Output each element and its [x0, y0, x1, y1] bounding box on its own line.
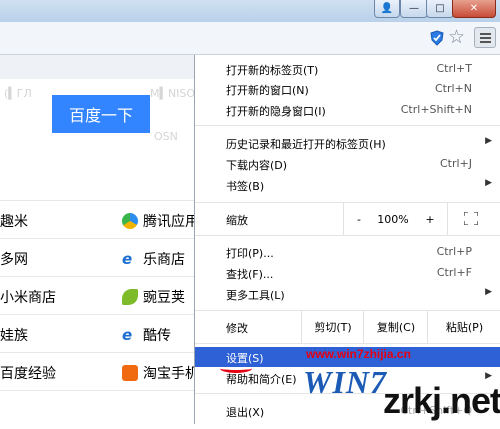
menu-item-more-tools[interactable]: 更多工具(L) ▶	[195, 284, 500, 304]
menu-item-label: 帮助和简介(E)	[226, 373, 297, 386]
edit-label: 修改	[226, 322, 248, 335]
site-label: 腾讯应用	[143, 214, 199, 230]
fullscreen-icon	[464, 212, 478, 225]
menu-item-new-window[interactable]: 打开新的窗口(N) Ctrl+N	[195, 79, 500, 99]
site-label: 乐商店	[143, 252, 185, 268]
menu-item-history[interactable]: 历史记录和最近打开的标签页(H) ▶	[195, 133, 500, 153]
site-label: 淘宝手机	[143, 366, 199, 382]
site-link[interactable]: e 酷传	[122, 325, 171, 345]
pea-icon	[122, 289, 138, 305]
menu-item-bookmarks[interactable]: 书签(B) ▶	[195, 175, 500, 195]
copy-button[interactable]: 复制(C)	[363, 311, 428, 343]
tencent-app-icon	[122, 213, 138, 229]
ie-icon: e	[122, 326, 133, 344]
zoom-level: 100%	[377, 212, 409, 226]
zoom-row: 缩放 - 100% +	[195, 203, 500, 235]
cut-button[interactable]: 剪切(T)	[301, 311, 364, 343]
watermark-win7-logo: WIN7	[303, 364, 388, 400]
menu-item-label: 书签(B)	[226, 180, 265, 193]
bookmark-star-icon[interactable]: ☆	[448, 26, 465, 48]
site-link[interactable]: 豌豆荚	[122, 287, 185, 307]
site-link[interactable]: 淘宝手机	[122, 363, 199, 383]
paste-button[interactable]: 粘贴(P)	[427, 311, 500, 343]
menu-item-shortcut: Ctrl+F	[436, 266, 472, 279]
menu-item-new-incognito[interactable]: 打开新的隐身窗口(I) Ctrl+Shift+N	[195, 100, 500, 120]
user-icon[interactable]: 👤	[374, 0, 400, 18]
minimize-button[interactable]: —	[400, 0, 428, 18]
title-bar: 👤 — □ ✕	[0, 0, 500, 22]
menu-line-icon	[480, 33, 491, 35]
menu-separator	[195, 343, 500, 344]
site-link[interactable]: 多网	[0, 249, 28, 269]
menu-separator	[195, 235, 500, 236]
watermark-url: www.win7zhijia.cn	[306, 347, 411, 361]
menu-item-shortcut: Ctrl+T	[436, 62, 472, 75]
zoom-label: 缩放	[226, 214, 248, 227]
taobao-icon	[122, 365, 138, 381]
site-row	[0, 390, 194, 429]
page-top-band	[0, 55, 194, 79]
site-link[interactable]: 小米商店	[0, 287, 56, 307]
zoom-in-button[interactable]: +	[413, 203, 447, 235]
menu-line-icon	[480, 41, 491, 43]
watermark-site-logo: zrkj.net	[383, 380, 500, 421]
ie-icon: e	[122, 250, 133, 268]
browser-toolbar: ☆	[0, 22, 500, 55]
submenu-arrow-icon: ▶	[485, 178, 492, 188]
menu-item-shortcut: Ctrl+J	[439, 157, 472, 170]
menu-item-print[interactable]: 打印(P)... Ctrl+P	[195, 242, 500, 262]
site-link[interactable]: e 乐商店	[122, 249, 185, 269]
site-label: 酷传	[143, 328, 171, 344]
menu-item-shortcut: Ctrl+Shift+N	[400, 103, 472, 116]
site-link[interactable]: 腾讯应用	[122, 211, 199, 231]
maximize-button[interactable]: □	[426, 0, 454, 18]
menu-item-label: 查找(F)...	[226, 268, 274, 281]
faint-text: OSΝ	[154, 130, 178, 143]
site-row: 多网 e 乐商店	[0, 238, 194, 277]
zoom-out-button[interactable]: -	[343, 203, 374, 235]
menu-item-label: 打印(P)...	[226, 247, 274, 260]
site-link[interactable]: 趣米	[0, 211, 28, 231]
menu-item-label: 打开新的窗口(N)	[226, 84, 309, 97]
faint-text: Μ▍ΝΙSΟ	[150, 87, 196, 100]
menu-item-label: 打开新的隐身窗口(I)	[226, 105, 326, 118]
menu-item-downloads[interactable]: 下载内容(D) Ctrl+J	[195, 154, 500, 174]
site-label: 豌豆荚	[143, 290, 185, 306]
page-content: (▍ГЛ Μ▍ΝΙSΟ OSΝ 百度一下 趣米 腾讯应用 多网 e 乐商店 小米商…	[0, 55, 199, 424]
menu-button[interactable]	[474, 27, 496, 48]
search-button[interactable]: 百度一下	[52, 95, 150, 133]
faint-text: (▍ГЛ	[4, 87, 32, 100]
menu-item-shortcut: Ctrl+N	[434, 82, 472, 95]
site-row: 小米商店 豌豆荚	[0, 276, 194, 315]
menu-item-label: 历史记录和最近打开的标签页(H)	[226, 138, 386, 151]
menu-separator	[195, 125, 500, 126]
site-link[interactable]: 娃族	[0, 325, 28, 345]
menu-item-new-tab[interactable]: 打开新的标签页(T) Ctrl+T	[195, 59, 500, 79]
close-button[interactable]: ✕	[452, 0, 496, 18]
menu-item-shortcut: Ctrl+P	[436, 245, 472, 258]
shield-icon[interactable]	[429, 30, 445, 46]
site-row: 娃族 e 酷传	[0, 314, 194, 353]
menu-item-label: 更多工具(L)	[226, 289, 285, 302]
edit-row: 修改 剪切(T) 复制(C) 粘贴(P)	[195, 311, 500, 343]
submenu-arrow-icon: ▶	[485, 136, 492, 146]
menu-item-label: 退出(X)	[226, 406, 265, 419]
menu-item-label: 下载内容(D)	[226, 159, 288, 172]
site-row: 趣米 腾讯应用	[0, 200, 199, 239]
site-link[interactable]: 百度经验	[0, 363, 56, 383]
menu-line-icon	[480, 37, 491, 39]
menu-item-label: 打开新的标签页(T)	[226, 64, 319, 77]
site-row: 百度经验 淘宝手机	[0, 352, 199, 391]
menu-item-find[interactable]: 查找(F)... Ctrl+F	[195, 263, 500, 283]
submenu-arrow-icon: ▶	[485, 287, 492, 297]
